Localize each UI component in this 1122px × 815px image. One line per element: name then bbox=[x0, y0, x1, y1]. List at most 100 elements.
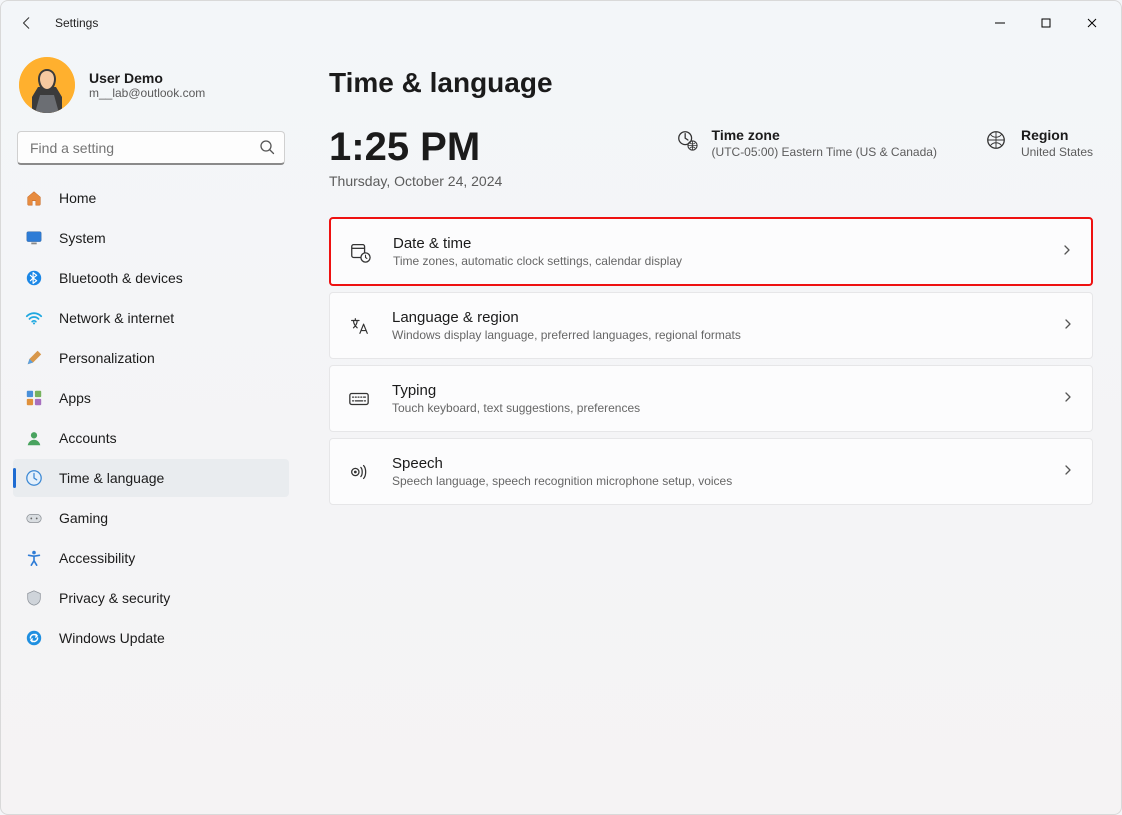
timezone-summary: Time zone (UTC-05:00) Eastern Time (US &… bbox=[676, 127, 937, 159]
card-language-region[interactable]: Language & region Windows display langua… bbox=[329, 292, 1093, 359]
search-box bbox=[17, 131, 285, 165]
timezone-value: (UTC-05:00) Eastern Time (US & Canada) bbox=[712, 145, 937, 159]
personalization-icon bbox=[25, 349, 43, 367]
sidebar-item-bluetooth[interactable]: Bluetooth & devices bbox=[13, 259, 289, 297]
gaming-icon bbox=[25, 509, 43, 527]
time-language-icon bbox=[25, 469, 43, 487]
sidebar-item-label: Windows Update bbox=[59, 630, 165, 646]
region-text: Region United States bbox=[1021, 127, 1093, 159]
sidebar-item-home[interactable]: Home bbox=[13, 179, 289, 217]
sidebar-item-label: Gaming bbox=[59, 510, 108, 526]
card-subtitle: Touch keyboard, text suggestions, prefer… bbox=[392, 401, 640, 415]
card-text: Language & region Windows display langua… bbox=[392, 309, 741, 342]
maximize-button[interactable] bbox=[1023, 7, 1069, 39]
main-content: Time & language 1:25 PM Thursday, Octobe… bbox=[301, 45, 1121, 814]
chevron-right-icon bbox=[1062, 317, 1074, 335]
minimize-icon bbox=[995, 18, 1005, 28]
cards-list: Date & time Time zones, automatic clock … bbox=[329, 217, 1093, 505]
windows-update-icon bbox=[25, 629, 43, 647]
chevron-right-icon bbox=[1062, 463, 1074, 481]
region-summary: Region United States bbox=[985, 127, 1093, 159]
sidebar-item-label: Accounts bbox=[59, 430, 117, 446]
card-title: Language & region bbox=[392, 309, 741, 326]
clock-block: 1:25 PM Thursday, October 24, 2024 bbox=[329, 127, 502, 189]
card-text: Speech Speech language, speech recogniti… bbox=[392, 455, 732, 488]
card-typing[interactable]: Typing Touch keyboard, text suggestions,… bbox=[329, 365, 1093, 432]
card-date-time[interactable]: Date & time Time zones, automatic clock … bbox=[329, 217, 1093, 286]
card-speech[interactable]: Speech Speech language, speech recogniti… bbox=[329, 438, 1093, 505]
titlebar: Settings bbox=[1, 1, 1121, 45]
wifi-icon bbox=[25, 309, 43, 327]
sidebar-item-time-language[interactable]: Time & language bbox=[13, 459, 289, 497]
sidebar-item-accessibility[interactable]: Accessibility bbox=[13, 539, 289, 577]
sidebar-item-gaming[interactable]: Gaming bbox=[13, 499, 289, 537]
accessibility-icon bbox=[25, 549, 43, 567]
back-button[interactable] bbox=[11, 7, 43, 39]
summary-row: 1:25 PM Thursday, October 24, 2024 Time … bbox=[329, 127, 1093, 189]
sidebar-item-label: Time & language bbox=[59, 470, 164, 486]
globe-icon bbox=[985, 129, 1007, 151]
sidebar-item-label: Accessibility bbox=[59, 550, 135, 566]
home-icon bbox=[25, 189, 43, 207]
app-title: Settings bbox=[55, 16, 98, 30]
card-subtitle: Speech language, speech recognition micr… bbox=[392, 474, 732, 488]
avatar bbox=[19, 57, 75, 113]
sidebar: User Demo m__lab@outlook.com Home System… bbox=[1, 45, 301, 814]
language-icon bbox=[348, 315, 370, 337]
search-icon bbox=[259, 139, 275, 160]
card-text: Date & time Time zones, automatic clock … bbox=[393, 235, 682, 268]
privacy-icon bbox=[25, 589, 43, 607]
speech-icon bbox=[348, 461, 370, 483]
sidebar-item-personalization[interactable]: Personalization bbox=[13, 339, 289, 377]
page-title: Time & language bbox=[329, 67, 1093, 99]
sidebar-item-network[interactable]: Network & internet bbox=[13, 299, 289, 337]
sidebar-item-accounts[interactable]: Accounts bbox=[13, 419, 289, 457]
calendar-clock-icon bbox=[349, 241, 371, 263]
current-time: 1:25 PM bbox=[329, 127, 502, 167]
maximize-icon bbox=[1041, 18, 1051, 28]
timezone-label: Time zone bbox=[712, 127, 937, 143]
close-icon bbox=[1087, 18, 1097, 28]
profile-block[interactable]: User Demo m__lab@outlook.com bbox=[13, 57, 289, 131]
card-title: Date & time bbox=[393, 235, 682, 252]
current-date: Thursday, October 24, 2024 bbox=[329, 173, 502, 189]
sidebar-item-label: Personalization bbox=[59, 350, 155, 366]
card-title: Speech bbox=[392, 455, 732, 472]
chevron-right-icon bbox=[1061, 243, 1073, 261]
window-controls bbox=[977, 7, 1115, 39]
keyboard-icon bbox=[348, 388, 370, 410]
sidebar-item-privacy[interactable]: Privacy & security bbox=[13, 579, 289, 617]
sidebar-item-update[interactable]: Windows Update bbox=[13, 619, 289, 657]
sidebar-item-label: System bbox=[59, 230, 106, 246]
card-text: Typing Touch keyboard, text suggestions,… bbox=[392, 382, 640, 415]
nav: Home System Bluetooth & devices Network … bbox=[13, 179, 289, 657]
sidebar-item-label: Apps bbox=[59, 390, 91, 406]
bluetooth-icon bbox=[25, 269, 43, 287]
close-button[interactable] bbox=[1069, 7, 1115, 39]
region-value: United States bbox=[1021, 145, 1093, 159]
timezone-text: Time zone (UTC-05:00) Eastern Time (US &… bbox=[712, 127, 937, 159]
profile-text: User Demo m__lab@outlook.com bbox=[89, 70, 205, 100]
body: User Demo m__lab@outlook.com Home System… bbox=[1, 45, 1121, 814]
system-icon bbox=[25, 229, 43, 247]
sidebar-item-label: Home bbox=[59, 190, 96, 206]
sidebar-item-system[interactable]: System bbox=[13, 219, 289, 257]
sidebar-item-label: Privacy & security bbox=[59, 590, 170, 606]
card-subtitle: Time zones, automatic clock settings, ca… bbox=[393, 254, 682, 268]
chevron-right-icon bbox=[1062, 390, 1074, 408]
sidebar-item-label: Network & internet bbox=[59, 310, 174, 326]
profile-email: m__lab@outlook.com bbox=[89, 86, 205, 100]
timezone-icon bbox=[676, 129, 698, 151]
profile-name: User Demo bbox=[89, 70, 205, 86]
sidebar-item-apps[interactable]: Apps bbox=[13, 379, 289, 417]
card-subtitle: Windows display language, preferred lang… bbox=[392, 328, 741, 342]
card-title: Typing bbox=[392, 382, 640, 399]
avatar-icon bbox=[19, 57, 75, 113]
apps-icon bbox=[25, 389, 43, 407]
region-label: Region bbox=[1021, 127, 1093, 143]
minimize-button[interactable] bbox=[977, 7, 1023, 39]
search-input[interactable] bbox=[17, 131, 285, 165]
arrow-left-icon bbox=[20, 16, 34, 30]
sidebar-item-label: Bluetooth & devices bbox=[59, 270, 183, 286]
accounts-icon bbox=[25, 429, 43, 447]
